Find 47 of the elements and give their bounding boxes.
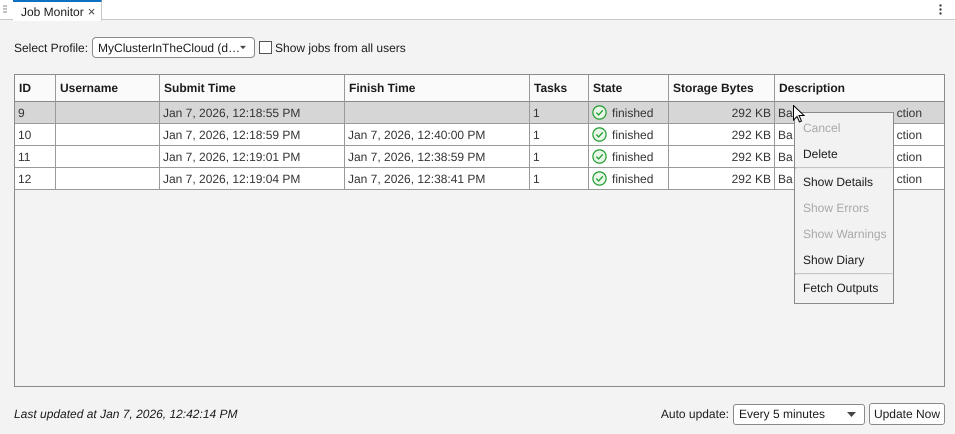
column-header[interactable]: State bbox=[589, 75, 669, 102]
description-text: Ba bbox=[778, 106, 793, 120]
menu-item[interactable]: Fetch Outputs bbox=[795, 275, 893, 301]
description-text: Ba bbox=[778, 150, 793, 164]
state-text: finished bbox=[612, 150, 654, 164]
column-header[interactable]: Username bbox=[56, 75, 160, 102]
close-button[interactable]: × bbox=[88, 4, 96, 19]
menu-item[interactable]: Show Details bbox=[795, 169, 893, 195]
table-cell: 1 bbox=[530, 168, 589, 190]
auto-update-label: Auto update: bbox=[660, 407, 729, 421]
state-text: finished bbox=[612, 106, 654, 120]
menu-item[interactable]: Delete bbox=[795, 141, 893, 167]
column-header[interactable]: Submit Time bbox=[160, 75, 345, 102]
check-circle-icon bbox=[592, 127, 607, 142]
job-monitor-tab[interactable]: Job Monitor × bbox=[13, 0, 102, 21]
column-header[interactable]: Tasks bbox=[530, 75, 589, 102]
description-text: Ba bbox=[778, 128, 793, 142]
state-text: finished bbox=[612, 172, 654, 186]
check-circle-icon bbox=[592, 105, 607, 120]
caret-icon bbox=[240, 45, 246, 50]
table-cell: 292 KB bbox=[669, 168, 775, 190]
profile-label: Select Profile: bbox=[14, 40, 88, 54]
state-text: finished bbox=[612, 128, 654, 142]
column-header[interactable]: Description bbox=[775, 75, 944, 102]
profile-dropdown[interactable]: MyClusterInTheCloud (d… bbox=[92, 37, 256, 58]
more-options-icon[interactable] bbox=[938, 4, 942, 15]
description-text: ction bbox=[896, 150, 922, 164]
column-header[interactable]: ID bbox=[15, 75, 56, 102]
column-header[interactable]: Finish Time bbox=[345, 75, 530, 102]
update-now-button[interactable]: Update Now bbox=[868, 403, 945, 425]
description-text: ction bbox=[896, 128, 922, 142]
description-text: Ba bbox=[778, 172, 793, 186]
mouse-pointer-icon bbox=[793, 105, 805, 123]
menu-item[interactable]: Show Diary bbox=[795, 247, 893, 273]
checkbox-label: Show jobs from all users bbox=[275, 40, 406, 54]
last-updated-text: Last updated at Jan 7, 2026, 12:42:14 PM bbox=[14, 407, 238, 421]
table-cell: 12 bbox=[15, 168, 56, 190]
auto-update-dropdown[interactable]: Every 5 minutes bbox=[732, 404, 865, 424]
caret-icon bbox=[846, 412, 856, 416]
check-circle-icon bbox=[592, 149, 607, 164]
check-circle-icon bbox=[592, 171, 607, 186]
table-cell: Jan 7, 2026, 12:38:41 PM bbox=[345, 168, 530, 190]
checkbox[interactable] bbox=[259, 41, 272, 54]
column-header[interactable]: Storage Bytes bbox=[669, 75, 775, 102]
description-text: ction bbox=[896, 106, 922, 120]
table-cell: Jan 7, 2026, 12:19:04 PM bbox=[160, 168, 345, 190]
description-text: ction bbox=[896, 172, 922, 186]
